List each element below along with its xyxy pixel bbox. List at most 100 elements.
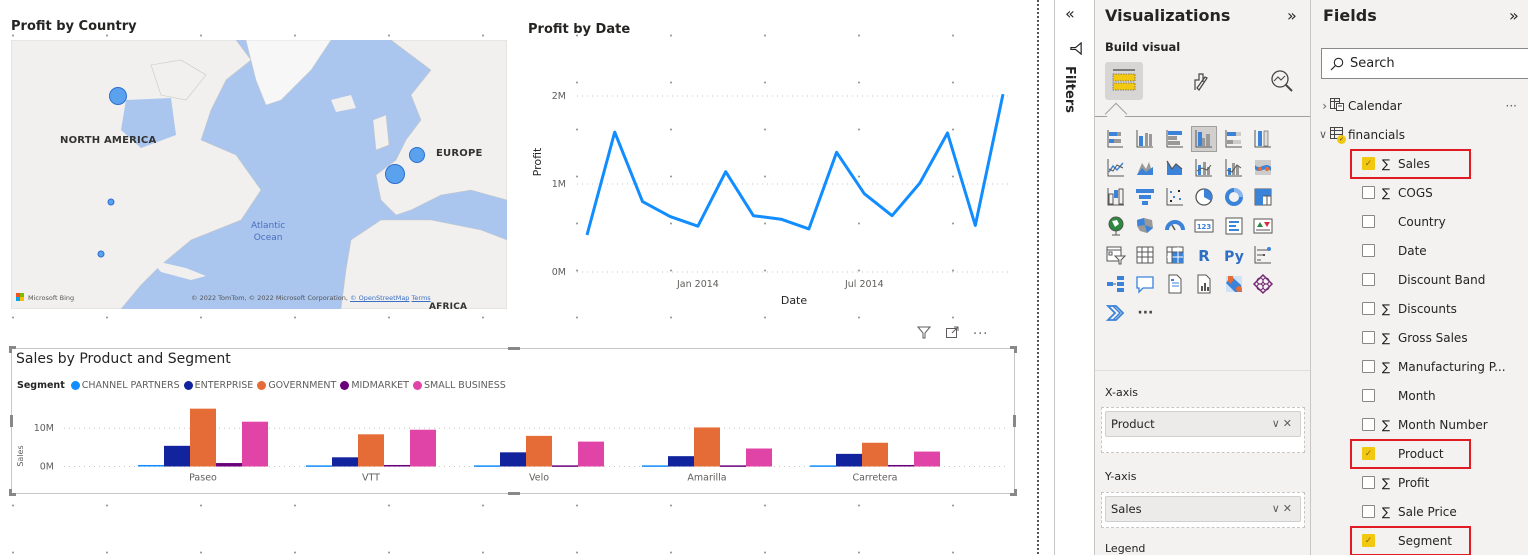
resize-handle-top[interactable] [508, 347, 520, 350]
bar[interactable] [914, 451, 940, 467]
ribbon-chart-icon[interactable] [1250, 155, 1276, 181]
bar[interactable] [242, 421, 268, 467]
checkbox[interactable] [1362, 418, 1375, 431]
bar[interactable] [410, 429, 436, 467]
double-chevron-left-icon[interactable]: « [1065, 4, 1075, 23]
100-stacked-bar-chart-icon[interactable] [1221, 126, 1247, 152]
line-and-stacked-column-chart-icon[interactable] [1191, 155, 1217, 181]
donut-chart-icon[interactable] [1221, 184, 1247, 210]
data-point[interactable] [971, 221, 979, 229]
data-point[interactable] [611, 128, 619, 136]
double-chevron-right-icon[interactable]: » [1287, 6, 1297, 25]
data-point[interactable] [805, 225, 813, 233]
x-axis-well[interactable]: Product ∨✕ [1101, 407, 1305, 453]
checkbox[interactable] [1362, 215, 1375, 228]
field-item[interactable]: ∑ Discounts [1311, 294, 1528, 323]
checkbox[interactable] [1362, 331, 1375, 344]
field-item[interactable]: Month [1311, 381, 1528, 410]
r-script-visual-icon[interactable]: R [1191, 242, 1217, 268]
bar[interactable] [500, 452, 526, 467]
y-axis-field-pill[interactable]: Sales ∨✕ [1105, 496, 1301, 522]
bar[interactable] [552, 465, 578, 467]
decomposition-tree-icon[interactable] [1103, 271, 1129, 297]
azure-map-icon[interactable] [1221, 271, 1247, 297]
more-visuals-icon[interactable]: ··· [1132, 300, 1158, 326]
data-point[interactable] [777, 215, 785, 223]
data-point[interactable] [638, 198, 646, 206]
data-point[interactable] [722, 168, 730, 176]
bar[interactable] [358, 434, 384, 467]
build-visual-tab[interactable] [1105, 62, 1143, 100]
data-point[interactable] [694, 222, 702, 230]
map-icon[interactable] [1103, 213, 1129, 239]
bar[interactable] [836, 453, 862, 467]
x-axis-field-pill[interactable]: Product ∨✕ [1105, 411, 1301, 437]
y-axis-well[interactable]: Sales ∨✕ [1101, 492, 1305, 528]
smart-narrative-icon[interactable] [1162, 271, 1188, 297]
clustered-bar-chart-icon[interactable] [1162, 126, 1188, 152]
card-icon[interactable]: 123 [1191, 213, 1217, 239]
treemap-icon[interactable] [1250, 184, 1276, 210]
bar[interactable] [190, 408, 216, 467]
chevron-down-icon[interactable]: ∨ [1311, 128, 1327, 141]
funnel-icon[interactable] [1132, 184, 1158, 210]
bar[interactable] [810, 465, 836, 467]
chevron-down-icon[interactable]: ∨ [1272, 417, 1283, 430]
bar[interactable] [474, 465, 500, 467]
scatter-chart-icon[interactable] [1162, 184, 1188, 210]
power-apps-icon[interactable] [1250, 271, 1276, 297]
field-item[interactable]: Discount Band [1311, 265, 1528, 294]
map-visual[interactable]: NORTH AMERICA EUROPE Atlantic Ocean Micr… [11, 40, 507, 309]
field-item[interactable]: ∑ Month Number [1311, 410, 1528, 439]
field-item[interactable]: ∑ COGS [1311, 178, 1528, 207]
resize-corner-tl[interactable] [9, 346, 16, 353]
table-financials[interactable]: ∨ ✓ financials [1311, 120, 1528, 149]
legend-item[interactable]: GOVERNMENT [257, 380, 336, 391]
field-item[interactable]: ∑ Sale Price [1311, 497, 1528, 526]
map-bubble-mexico[interactable] [97, 250, 105, 258]
stacked-bar-chart-icon[interactable] [1103, 126, 1129, 152]
filters-pane[interactable]: « Filters [1054, 0, 1094, 555]
bar[interactable] [578, 441, 604, 467]
bar[interactable] [384, 464, 410, 467]
matrix-icon[interactable] [1162, 242, 1188, 268]
data-point[interactable] [916, 179, 924, 187]
map-bubble-france[interactable] [385, 164, 405, 184]
filled-map-icon[interactable] [1132, 213, 1158, 239]
analytics-tab[interactable] [1263, 62, 1301, 100]
stacked-column-chart-icon[interactable] [1132, 126, 1158, 152]
map-bubble-canada[interactable] [109, 87, 127, 105]
field-item[interactable]: ∑ Gross Sales [1311, 323, 1528, 352]
gauge-icon[interactable] [1162, 213, 1188, 239]
bar-chart[interactable]: 0M 10M Sales Paseo VTT Velo Amarilla Carretera [12, 399, 1014, 499]
bar-chart-visual[interactable]: Sales by Product and Segment Segment CHA… [9, 346, 1017, 496]
terms-link[interactable]: Terms [412, 294, 431, 302]
bar[interactable] [746, 448, 772, 467]
data-point[interactable] [944, 129, 952, 137]
resize-corner-tr[interactable] [1010, 346, 1017, 353]
checkbox[interactable] [1362, 273, 1375, 286]
table-icon[interactable] [1132, 242, 1158, 268]
checkbox[interactable] [1362, 302, 1375, 315]
line-chart[interactable]: 0M 1M 2M Jan 2014 Jul 2014 Date Profit [520, 40, 1020, 320]
chevron-down-icon[interactable]: ∨ [1272, 502, 1283, 515]
bar[interactable] [138, 464, 164, 467]
stacked-area-chart-icon[interactable] [1162, 155, 1188, 181]
checkbox[interactable] [1362, 360, 1375, 373]
legend-item[interactable]: ENTERPRISE [183, 380, 253, 391]
field-item[interactable]: Country [1311, 207, 1528, 236]
fields-search-input[interactable]: Search [1321, 48, 1528, 79]
field-item[interactable]: ∑ Manufacturing P... [1311, 352, 1528, 381]
chevron-right-icon[interactable]: › [1311, 99, 1327, 113]
data-point[interactable] [888, 212, 896, 220]
legend-item[interactable]: CHANNEL PARTNERS [70, 380, 180, 391]
legend-item[interactable]: SMALL BUSINESS [412, 380, 506, 391]
pie-chart-icon[interactable] [1191, 184, 1217, 210]
bar[interactable] [216, 463, 242, 467]
map-bubble-germany[interactable] [409, 147, 425, 163]
more-options-icon[interactable]: ··· [973, 327, 988, 342]
key-influencers-icon[interactable] [1250, 242, 1276, 268]
checkbox[interactable] [1362, 244, 1375, 257]
line-and-clustered-column-chart-icon[interactable] [1221, 155, 1247, 181]
remove-field-icon[interactable]: ✕ [1283, 502, 1295, 515]
